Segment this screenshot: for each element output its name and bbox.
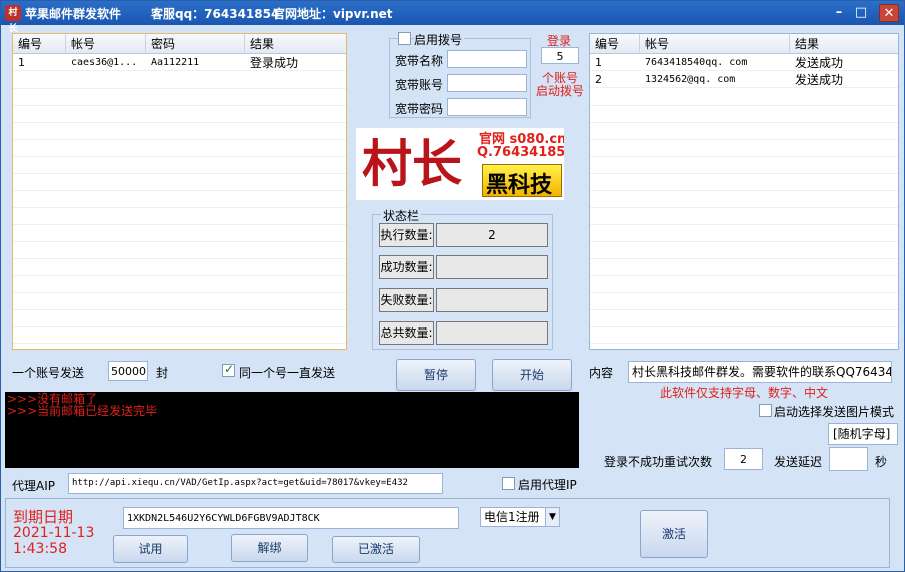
content-label: 内容 xyxy=(589,366,614,380)
cell-id: 2 xyxy=(595,73,602,86)
table-row[interactable]: 2 1324562@qq. com 发送成功 xyxy=(590,72,898,88)
success-count-value xyxy=(436,255,548,279)
log-line: >>>当前邮箱已经发送完毕 xyxy=(7,404,158,418)
dialup-account-count-input[interactable]: 5 xyxy=(541,47,579,64)
title-bar[interactable]: 村长 苹果邮件群发软件 客服qq：764341854 官网地址：vipvr.ne… xyxy=(1,1,904,34)
logo-sub-badge: 黑科技 xyxy=(482,164,562,198)
pause-button[interactable]: 暂停 xyxy=(396,359,476,391)
fail-count-value xyxy=(436,288,548,312)
seconds-label: 秒 xyxy=(875,455,888,469)
log-panel[interactable]: >>>没有邮箱了 >>>当前邮箱已经发送完毕 xyxy=(5,392,579,468)
license-key-input[interactable]: 1XKDN2L546U2Y6CYWLD6FGBV9ADJT8CK xyxy=(123,507,459,529)
brand-logo: 村长 官网 s080.cn Q.764341854 黑科技 xyxy=(356,128,564,200)
column-header-password[interactable]: 密码 xyxy=(146,34,245,54)
expiry-date: 2021-11-13 xyxy=(13,525,95,541)
random-letters-button[interactable]: [随机字母] xyxy=(828,423,898,445)
unbind-button[interactable]: 解绑 xyxy=(231,534,308,562)
cell-id: 1 xyxy=(18,56,25,69)
per-account-send-label: 一个账号发送 xyxy=(12,366,85,380)
send-delay-label: 发送延迟 xyxy=(774,455,823,469)
retry-count-input[interactable]: 2 xyxy=(724,448,763,470)
send-result-table[interactable]: 编号 帐号 结果 1 7643418540qq. com 发送成功 2 1324… xyxy=(589,33,899,350)
logo-brand-sub: 黑科技 xyxy=(486,173,553,198)
success-count-label: 成功数量: xyxy=(379,255,434,279)
support-qq: 客服qq：764341854 xyxy=(151,7,280,21)
image-mode-checkbox[interactable] xyxy=(759,404,772,417)
content-input[interactable]: 村长黑科技邮件群发。需要软件的联系QQ76434185 xyxy=(628,361,892,383)
total-count-label: 总共数量: xyxy=(379,321,434,345)
cell-account: 1324562@qq. com xyxy=(645,74,736,85)
same-account-label: 同一个号一直发送 xyxy=(239,366,336,380)
column-header-account[interactable]: 帐号 xyxy=(640,34,790,54)
retry-count-label: 登录不成功重试次数 xyxy=(604,455,713,469)
column-header-id[interactable]: 编号 xyxy=(590,34,640,54)
cell-account: 7643418540qq. com xyxy=(645,57,748,68)
app-title: 苹果邮件群发软件 xyxy=(25,7,122,21)
chevron-down-icon[interactable]: ▼ xyxy=(545,508,559,526)
cell-result: 发送成功 xyxy=(795,73,844,87)
cell-id: 1 xyxy=(595,56,602,69)
table-row[interactable]: 1 7643418540qq. com 发送成功 xyxy=(590,55,898,71)
enable-dialup-label: 启用拨号 xyxy=(414,31,465,48)
enable-dialup-checkbox[interactable] xyxy=(398,32,411,45)
start-button[interactable]: 开始 xyxy=(492,359,572,391)
enable-proxy-label: 启用代理IP xyxy=(518,478,577,492)
proxy-api-label: 代理AIP xyxy=(12,479,55,493)
logo-qq: Q.764341854 xyxy=(477,145,564,160)
column-header-result[interactable]: 结果 xyxy=(790,34,898,54)
table-row[interactable]: 1 caes36@1... Aa112211 登录成功 xyxy=(13,55,346,71)
status-group-title: 状态栏 xyxy=(381,207,422,224)
start-dialup-note: 启动拨号 xyxy=(536,84,585,98)
proxy-api-input[interactable]: http://api.xiequ.cn/VAD/GetIp.aspx?act=g… xyxy=(68,473,443,494)
broadband-password-label: 宽带密码 xyxy=(395,102,444,116)
maximize-icon[interactable]: □ xyxy=(851,4,871,22)
expiry-label: 到期日期 xyxy=(13,508,74,526)
executed-count-value: 2 xyxy=(436,223,548,247)
image-mode-label: 启动选择发送图片模式 xyxy=(774,405,895,419)
column-header-account[interactable]: 帐号 xyxy=(66,34,146,54)
cell-result: 登录成功 xyxy=(250,56,299,70)
activated-button[interactable]: 已激活 xyxy=(332,536,420,563)
main-window: 村长 苹果邮件群发软件 客服qq：764341854 官网地址：vipvr.ne… xyxy=(0,0,905,572)
cell-result: 发送成功 xyxy=(795,56,844,70)
carrier-select[interactable]: 电信1注册 ▼ xyxy=(480,507,560,527)
close-icon[interactable]: ✕ xyxy=(879,4,899,22)
column-header-id[interactable]: 编号 xyxy=(13,34,66,54)
same-account-checkbox[interactable]: ✓ xyxy=(222,362,235,377)
broadband-password-input[interactable] xyxy=(447,98,527,116)
broadband-name-label: 宽带名称 xyxy=(395,54,444,68)
cell-password: Aa112211 xyxy=(151,57,200,68)
activate-button[interactable]: 激活 xyxy=(640,510,708,558)
per-account-send-input[interactable]: 50000 xyxy=(108,361,148,381)
expiry-time: 1:43:58 xyxy=(13,541,67,557)
check-mark-icon: ✓ xyxy=(224,362,235,376)
carrier-select-value: 电信1注册 xyxy=(484,510,540,524)
cell-account: caes36@1... xyxy=(71,57,138,68)
executed-count-label: 执行数量: xyxy=(379,223,434,247)
broadband-name-input[interactable] xyxy=(447,50,527,68)
total-count-value xyxy=(436,321,548,345)
enable-proxy-checkbox[interactable] xyxy=(502,477,515,490)
broadband-account-input[interactable] xyxy=(447,74,527,92)
app-logo-icon: 村长 xyxy=(5,5,21,34)
trial-button[interactable]: 试用 xyxy=(113,535,188,563)
account-table[interactable]: 编号 帐号 密码 结果 1 caes36@1... Aa112211 登录成功 xyxy=(12,33,347,350)
website-address: 官网地址：vipvr.net xyxy=(273,7,393,21)
broadband-account-label: 宽带账号 xyxy=(395,78,444,92)
per-account-send-unit: 封 xyxy=(156,366,169,380)
send-delay-input[interactable] xyxy=(829,447,868,471)
fail-count-label: 失败数量: xyxy=(379,288,434,312)
logo-brand-big: 村长 xyxy=(362,134,462,193)
minimize-icon[interactable]: – xyxy=(829,4,849,22)
content-charset-note: 此软件仅支持字母、数字、中文 xyxy=(660,386,829,400)
account-table-header: 编号 帐号 密码 结果 xyxy=(13,34,346,54)
send-result-table-header: 编号 帐号 结果 xyxy=(590,34,898,54)
column-header-result[interactable]: 结果 xyxy=(245,34,346,54)
